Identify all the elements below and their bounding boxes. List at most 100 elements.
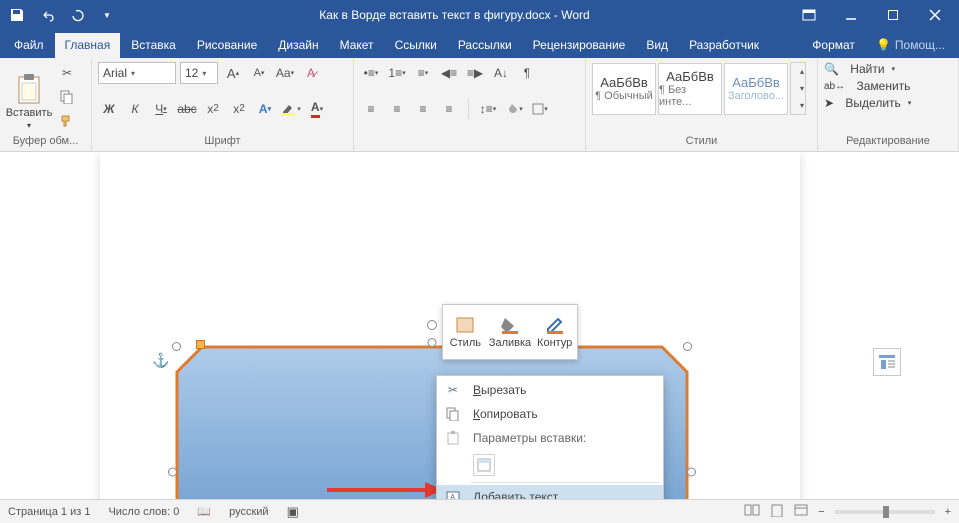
qat-more-icon[interactable]: ▼ (94, 2, 120, 28)
subscript-icon[interactable]: x2 (202, 98, 224, 120)
view-web-icon[interactable] (794, 504, 808, 519)
copy-icon[interactable] (56, 86, 78, 108)
tab-view[interactable]: Вид (636, 33, 678, 58)
status-language[interactable]: русский (229, 506, 268, 518)
redo-icon[interactable] (64, 2, 90, 28)
replace-button[interactable]: ab↔ Заменить (824, 79, 952, 93)
decrease-indent-icon[interactable]: ◀≡ (438, 62, 460, 84)
style-normal[interactable]: АаБбВв¶ Обычный (592, 63, 656, 115)
save-icon[interactable] (4, 2, 30, 28)
increase-indent-icon[interactable]: ≡▶ (464, 62, 486, 84)
format-painter-icon[interactable] (56, 110, 78, 132)
ctx-add-text[interactable]: AДобавить текст (437, 485, 663, 499)
paste-option-picture[interactable] (473, 454, 495, 476)
resize-handle-e[interactable] (687, 468, 696, 477)
grow-font-icon[interactable]: A▴ (222, 62, 244, 84)
anchor-icon: ⚓ (152, 352, 169, 369)
statusbar: Страница 1 из 1 Число слов: 0 📖 русский … (0, 499, 959, 523)
paste-label: Вставить (6, 107, 53, 119)
styles-down-icon[interactable]: ▾ (791, 80, 813, 97)
align-center-icon[interactable]: ≡ (386, 98, 408, 120)
tab-layout[interactable]: Макет (330, 33, 384, 58)
status-words[interactable]: Число слов: 0 (108, 506, 179, 518)
align-left-icon[interactable]: ≡ (360, 98, 382, 120)
sort-icon[interactable]: A↓ (490, 62, 512, 84)
underline-icon[interactable]: Ч▾ (150, 98, 172, 120)
strikethrough-icon[interactable]: abc (176, 98, 198, 120)
line-spacing-icon[interactable]: ↕≡▾ (477, 98, 499, 120)
tab-home[interactable]: Главная (55, 33, 121, 58)
cursor-icon: ➤ (824, 96, 834, 110)
status-page[interactable]: Страница 1 из 1 (8, 506, 90, 518)
pen-icon (544, 315, 566, 335)
tab-developer[interactable]: Разработчик (679, 33, 769, 58)
resize-handle-nw[interactable] (172, 342, 181, 351)
view-read-icon[interactable] (744, 504, 760, 519)
rotate-handle[interactable] (427, 320, 437, 330)
tab-review[interactable]: Рецензирование (523, 33, 636, 58)
text-effects-icon[interactable]: A▾ (254, 98, 276, 120)
mini-style-button[interactable]: Стиль (443, 305, 488, 359)
styles-more-icon[interactable]: ▾ (791, 97, 813, 114)
tab-mailings[interactable]: Рассылки (448, 33, 522, 58)
status-macro-icon[interactable]: ▣ (287, 504, 299, 520)
paste-picture-icon (477, 458, 491, 472)
bullets-icon[interactable]: •≡▾ (360, 62, 382, 84)
italic-icon[interactable]: К (124, 98, 146, 120)
justify-icon[interactable]: ≡ (438, 98, 460, 120)
multilevel-icon[interactable]: ≡▾ (412, 62, 434, 84)
replace-icon: ab↔ (824, 81, 845, 92)
layout-options-button[interactable] (873, 348, 901, 376)
shrink-font-icon[interactable]: A▾ (248, 62, 270, 84)
borders-icon[interactable]: ▾ (529, 98, 551, 120)
bucket-icon (499, 315, 521, 335)
maximize-icon[interactable] (873, 1, 913, 29)
superscript-icon[interactable]: x2 (228, 98, 250, 120)
font-color-icon[interactable]: A▾ (306, 98, 328, 120)
show-marks-icon[interactable]: ¶ (516, 62, 538, 84)
view-print-icon[interactable] (770, 503, 784, 520)
adjust-handle[interactable] (196, 340, 205, 349)
tab-design[interactable]: Дизайн (268, 33, 328, 58)
lightbulb-icon: 💡 (876, 38, 891, 52)
tab-file[interactable]: Файл (4, 33, 54, 58)
clear-format-icon[interactable]: A̷ (300, 62, 322, 84)
cut-icon[interactable]: ✂ (56, 62, 78, 84)
mini-outline-button[interactable]: Контур (532, 305, 577, 359)
search-icon: 🔍 (824, 62, 839, 76)
ribbon-display-icon[interactable] (789, 1, 829, 29)
ctx-cut[interactable]: ✂ВВырезатьырезать (437, 378, 663, 402)
tab-format[interactable]: Формат (802, 33, 865, 58)
tell-me[interactable]: 💡 Помощ... (866, 33, 955, 58)
bold-icon[interactable]: Ж (98, 98, 120, 120)
paste-button[interactable]: Вставить ▾ (6, 62, 52, 130)
tab-references[interactable]: Ссылки (385, 33, 447, 58)
highlight-icon[interactable]: ▾ (280, 98, 302, 120)
zoom-in-icon[interactable]: + (945, 506, 951, 518)
layout-options-icon (878, 354, 896, 370)
mini-fill-button[interactable]: Заливка (488, 305, 533, 359)
style-heading[interactable]: АаБбВвЗаголово... (724, 63, 788, 115)
tab-insert[interactable]: Вставка (121, 33, 186, 58)
tab-draw[interactable]: Рисование (187, 33, 267, 58)
ctx-copy[interactable]: Копировать (437, 402, 663, 426)
numbering-icon[interactable]: 1≡▾ (386, 62, 408, 84)
close-icon[interactable] (915, 1, 955, 29)
resize-handle-ne[interactable] (683, 342, 692, 351)
status-proofing-icon[interactable]: 📖 (197, 505, 211, 518)
zoom-out-icon[interactable]: − (818, 506, 824, 518)
resize-handle-n[interactable] (428, 338, 437, 347)
zoom-slider[interactable] (835, 510, 935, 514)
font-name-combo[interactable]: Arial▾ (98, 62, 176, 84)
resize-handle-w[interactable] (168, 468, 177, 477)
change-case-icon[interactable]: Aa▾ (274, 62, 296, 84)
font-size-combo[interactable]: 12▾ (180, 62, 218, 84)
align-right-icon[interactable]: ≡ (412, 98, 434, 120)
styles-up-icon[interactable]: ▴ (791, 63, 813, 80)
minimize-icon[interactable] (831, 1, 871, 29)
style-no-spacing[interactable]: АаБбВв¶ Без инте... (658, 63, 722, 115)
undo-icon[interactable] (34, 2, 60, 28)
find-button[interactable]: 🔍 Найти▾ (824, 62, 952, 76)
shading-icon[interactable]: ▾ (503, 98, 525, 120)
select-button[interactable]: ➤ Выделить▾ (824, 96, 952, 110)
